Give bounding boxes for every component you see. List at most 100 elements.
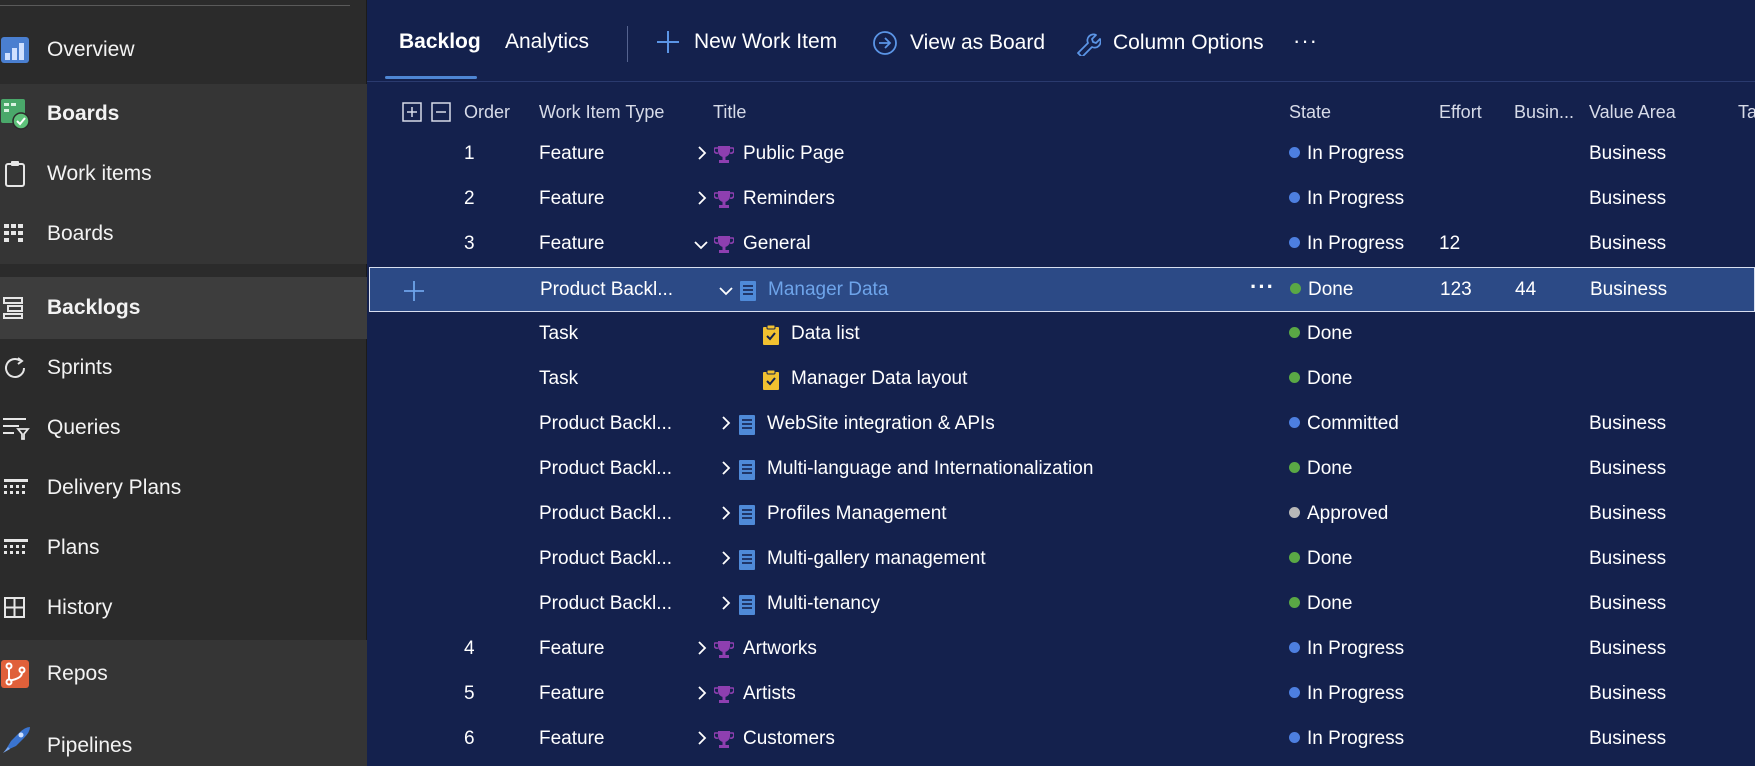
chevron-down-icon[interactable] [718,284,734,302]
sidebar-item-overview[interactable]: Overview [0,26,367,74]
sidebar-item-work-items[interactable]: Work items [0,144,367,204]
collapse-all-icon[interactable] [431,102,451,122]
row-title[interactable]: Artists [743,683,796,705]
column-header-business-value[interactable]: Busin... [1514,102,1574,123]
sidebar-item-label: Overview [47,38,135,61]
column-header-value-area[interactable]: Value Area [1589,102,1676,123]
column-header-work-item-type[interactable]: Work Item Type [539,102,664,123]
row-title[interactable]: Multi-language and Internationalization [767,458,1093,480]
sidebar-item-pipelines[interactable]: Pipelines [0,708,367,766]
row-value-area: Business [1589,233,1667,254]
table-row[interactable]: 2 Feature Reminders In Progress Business [369,177,1755,222]
table-row[interactable]: Product Backl... WebSite integration & AP… [369,402,1755,447]
state-dot-icon [1289,372,1300,383]
table-row[interactable]: Product Backl... Profiles Management Appro… [369,492,1755,537]
work-items-icon [0,158,32,190]
chevron-right-icon[interactable] [720,415,732,436]
backlog-item-icon [738,594,756,621]
sidebar-item-history[interactable]: History [0,580,367,636]
row-title[interactable]: Manager Data layout [791,368,967,390]
sidebar-item-backlogs[interactable]: Backlogs [0,277,367,339]
table-row[interactable]: Product Backl... Manager Data ··· Done 123 44… [369,267,1755,312]
chevron-right-icon[interactable] [696,640,708,661]
table-row[interactable]: 1 Feature Public Page In Progress Business [369,132,1755,177]
sidebar-item-repos[interactable]: Repos [0,640,367,708]
column-header-tags[interactable]: Ta [1738,102,1755,123]
row-work-item-type: Task [539,323,579,344]
sidebar-item-sprints[interactable]: Sprints [0,340,367,396]
row-title[interactable]: WebSite integration & APIs [767,413,995,435]
table-row[interactable]: Product Backl... Multi-language and Inter… [369,447,1755,492]
row-title[interactable]: General [743,233,811,255]
table-row[interactable]: 3 Feature General In Progress 12 Business [369,222,1755,267]
row-state: In Progress [1289,728,1404,750]
row-title[interactable]: Customers [743,728,835,750]
sidebar-item-label: Plans [47,536,100,559]
chevron-right-icon[interactable] [696,145,708,166]
add-child-icon[interactable] [403,280,425,302]
chevron-down-icon[interactable] [693,238,709,256]
row-state: Done [1290,279,1353,301]
table-row[interactable]: Product Backl... Multi-gallery management… [369,537,1755,582]
row-state: In Progress [1289,188,1404,210]
sidebar-item-plans[interactable]: Plans [0,520,367,576]
row-title[interactable]: Profiles Management [767,503,947,525]
row-work-item-type: Product Backl... [539,548,673,569]
chevron-right-icon[interactable] [720,550,732,571]
backlog-item-icon [738,414,756,441]
more-actions-button[interactable]: ··· [1293,28,1318,54]
column-header-order[interactable]: Order [464,102,510,123]
queries-icon [0,412,32,444]
table-row[interactable]: 6 Feature Customers In Progress Business [369,717,1755,762]
chevron-right-icon[interactable] [696,730,708,751]
chevron-right-icon[interactable] [696,685,708,706]
row-title[interactable]: Data list [791,323,860,345]
tab-backlog[interactable]: Backlog [399,30,481,54]
chevron-right-icon[interactable] [720,595,732,616]
column-header-effort[interactable]: Effort [1439,102,1482,123]
sprints-icon [0,352,32,384]
row-title[interactable]: Manager Data [768,279,888,301]
table-row[interactable]: Task Data list Done [369,312,1755,357]
row-title[interactable]: Reminders [743,188,835,210]
row-state: In Progress [1289,233,1404,255]
new-work-item-button[interactable]: New Work Item [656,30,837,54]
column-header-state[interactable]: State [1289,102,1331,123]
chevron-right-icon[interactable] [720,460,732,481]
chevron-right-icon[interactable] [696,190,708,211]
left-navigation: Overview Boards Work items Boards Backlo… [0,0,367,766]
table-row[interactable]: 5 Feature Artists In Progress Business [369,672,1755,717]
table-row[interactable]: Product Backl... Multi-tenancy Done Busines… [369,582,1755,627]
overview-icon [0,34,32,66]
sidebar-item-queries[interactable]: Queries [0,400,367,456]
more-actions-icon: ··· [1293,28,1318,53]
row-title[interactable]: Multi-gallery management [767,548,986,570]
expand-all-icon[interactable] [402,102,422,122]
boards-icon [0,218,32,250]
column-header-title[interactable]: Title [713,102,746,123]
state-dot-icon [1289,147,1300,158]
row-state-label: Done [1308,279,1354,300]
row-effort: 12 [1439,233,1461,254]
column-options-button[interactable]: Column Options [1075,30,1264,56]
row-title[interactable]: Artworks [743,638,817,660]
row-work-item-type: Product Backl... [539,593,673,614]
view-as-board-button[interactable]: View as Board [872,30,1045,56]
row-state: Done [1289,323,1352,345]
row-more-actions-icon[interactable]: ··· [1250,274,1275,300]
row-title[interactable]: Multi-tenancy [767,593,880,615]
row-state-label: In Progress [1307,188,1405,209]
sidebar-item-delivery-plans[interactable]: Delivery Plans [0,460,367,516]
row-value-area: Business [1589,683,1667,704]
row-title[interactable]: Public Page [743,143,844,165]
tab-analytics[interactable]: Analytics [505,30,589,54]
table-row[interactable]: Task Manager Data layout Done [369,357,1755,402]
row-value-area: Business [1589,143,1667,164]
row-state: In Progress [1289,683,1404,705]
task-icon [762,369,780,396]
table-row[interactable]: 4 Feature Artworks In Progress Business [369,627,1755,672]
sidebar-item-boards-hub[interactable]: Boards [0,84,367,144]
chevron-right-icon[interactable] [720,505,732,526]
sidebar-item-boards[interactable]: Boards [0,204,367,264]
state-dot-icon [1289,462,1300,473]
